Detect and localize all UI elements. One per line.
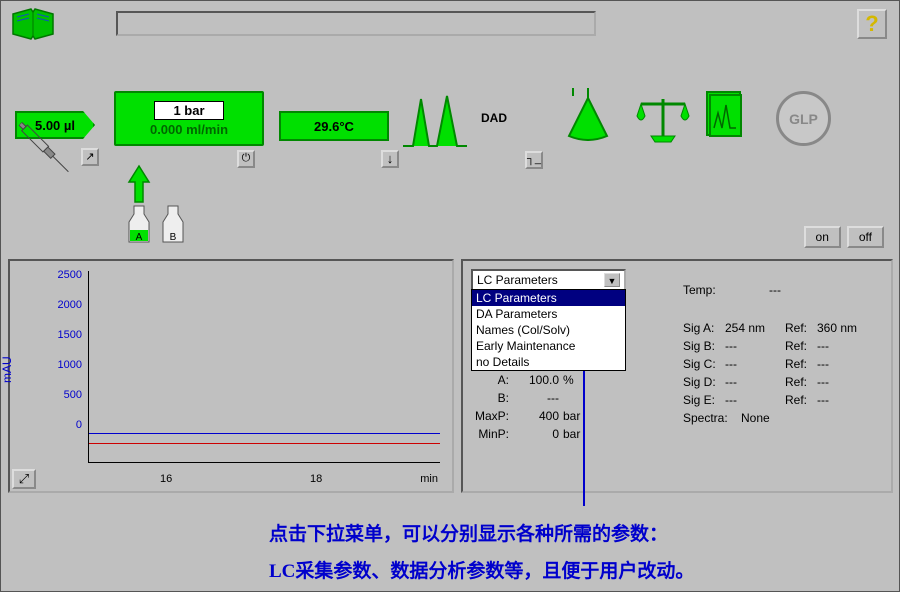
annotation-line-2: LC采集参数、数据分析参数等，且便于用户改动。 [269, 556, 694, 583]
detector-label: DAD [481, 111, 507, 125]
column-down-button[interactable]: ↓ [381, 150, 399, 168]
on-off-group: on off [804, 226, 884, 248]
svg-text:B: B [170, 232, 177, 243]
y-tick: 500 [52, 389, 82, 401]
chevron-down-icon[interactable]: ▼ [604, 273, 620, 287]
zoom-reset-button[interactable]: ⤢ [12, 469, 36, 489]
y-tick: 1000 [52, 359, 82, 371]
param-spectra: Spectra:None [683, 411, 883, 425]
param-sigd: Sig D:---Ref:--- [683, 375, 883, 389]
signal-red-line [89, 443, 440, 444]
instrument-diagram: 5.00 µl ↗ 1 bar 0.000 ml/min ⏻ A B 29.6°… [1, 56, 899, 256]
annotation-line-1: 点击下拉菜单，可以分别显示各种所需的参数： [269, 519, 668, 546]
dropdown-item[interactable]: LC Parameters [472, 290, 625, 306]
column-oven-module[interactable]: 29.6°C [279, 111, 389, 141]
pump-flow-value: 0.000 ml/min [150, 122, 228, 137]
injector-expand-button[interactable]: ↗ [81, 148, 99, 166]
dropdown-item[interactable]: DA Parameters [472, 306, 625, 322]
help-icon[interactable]: ? [857, 9, 887, 39]
y-axis-label: mAU [0, 356, 14, 383]
y-tick: 2500 [52, 269, 82, 281]
balance-icon[interactable] [633, 94, 693, 147]
parameter-panel: LC Parameters ▼ LC Parameters DA Paramet… [461, 259, 893, 493]
dropdown-item[interactable]: no Details [472, 354, 625, 370]
solvent-arrow-icon [127, 164, 151, 207]
param-a: A:100.0% [475, 373, 675, 387]
off-button[interactable]: off [847, 226, 884, 248]
solvent-bottle-b[interactable]: B [159, 204, 187, 246]
y-tick: 1500 [52, 329, 82, 341]
dropdown-selected-label: LC Parameters [477, 273, 558, 287]
x-tick: 16 [160, 473, 172, 485]
dropdown-item[interactable]: Early Maintenance [472, 338, 625, 354]
y-tick: 2000 [52, 299, 82, 311]
pump-module[interactable]: 1 bar 0.000 ml/min [114, 91, 264, 146]
x-tick: 18 [310, 473, 322, 485]
logbook-icon[interactable] [11, 6, 56, 41]
on-button[interactable]: on [804, 226, 841, 248]
dropdown-list: LC Parameters DA Parameters Names (Col/S… [471, 289, 626, 371]
method-title-field[interactable] [116, 11, 596, 36]
param-b: B:--- [475, 391, 675, 405]
param-siga: Sig A:254 nmRef:360 nm [683, 321, 883, 335]
param-sige: Sig E:---Ref:--- [683, 393, 883, 407]
calibration-icon[interactable] [563, 86, 613, 144]
glp-icon[interactable]: GLP [776, 91, 831, 146]
signal-plot-panel: mAU 2500 2000 1500 1000 500 0 16 18 min … [8, 259, 454, 493]
y-tick: 0 [52, 419, 82, 431]
signal-blue-line [89, 433, 440, 434]
param-temp: Temp:--- [683, 283, 883, 297]
param-maxp: MaxP:400bar [475, 409, 675, 423]
detector-step-button[interactable]: ┐_ [525, 151, 543, 169]
pump-pressure-value: 1 bar [154, 101, 223, 120]
x-axis-label: min [420, 473, 438, 485]
report-icon[interactable] [706, 91, 741, 136]
parameter-view-dropdown[interactable]: LC Parameters ▼ LC Parameters DA Paramet… [471, 269, 626, 291]
svg-text:A: A [136, 232, 143, 243]
plot-area[interactable] [88, 271, 440, 463]
top-toolbar: ? [1, 1, 899, 51]
dropdown-item[interactable]: Names (Col/Solv) [472, 322, 625, 338]
pump-power-button[interactable]: ⏻ [237, 150, 255, 168]
solvent-bottle-a[interactable]: A [125, 204, 153, 246]
param-sigb: Sig B:---Ref:--- [683, 339, 883, 353]
param-minp: MinP:0bar [475, 427, 675, 441]
param-sigc: Sig C:---Ref:--- [683, 357, 883, 371]
